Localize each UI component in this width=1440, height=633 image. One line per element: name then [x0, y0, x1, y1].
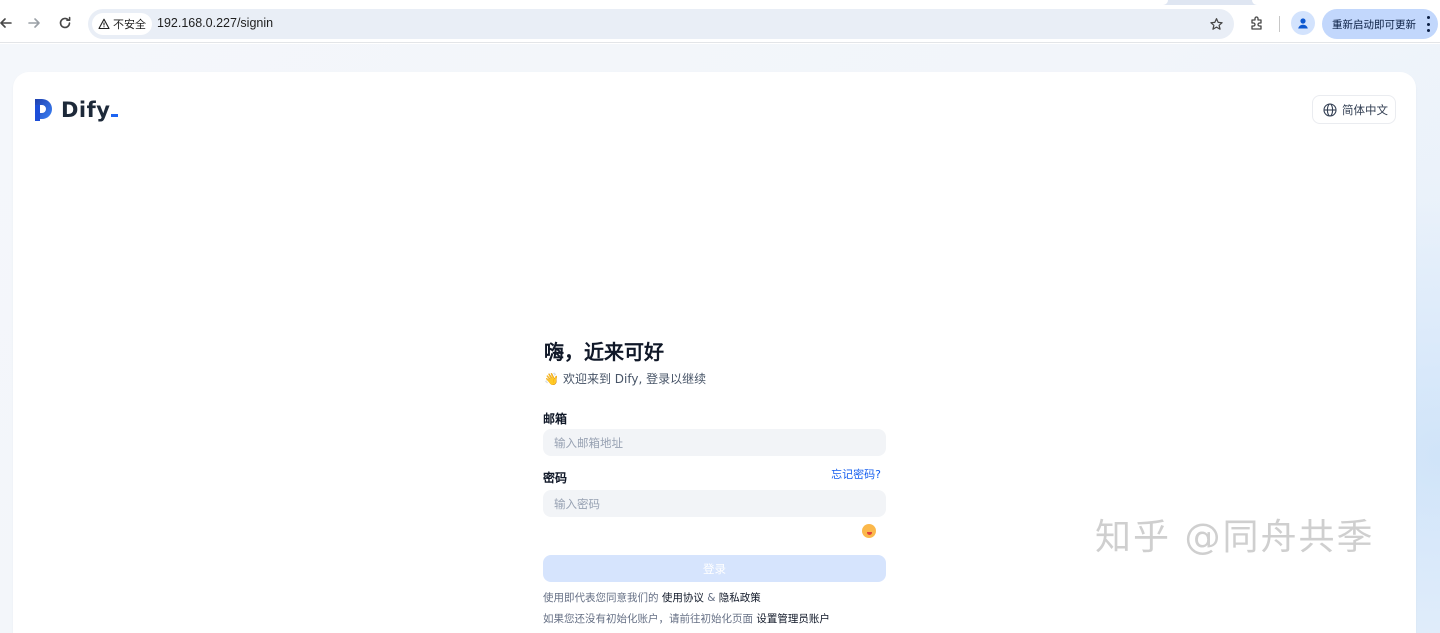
bookmark-button[interactable]: [1204, 12, 1228, 36]
email-input[interactable]: [543, 429, 886, 456]
show-password-icon[interactable]: [862, 524, 876, 538]
logo-text: Dify: [61, 98, 119, 122]
language-selector[interactable]: 简体中文: [1312, 95, 1396, 124]
language-label: 简体中文: [1342, 102, 1388, 117]
forgot-password-link[interactable]: 忘记密码?: [831, 466, 881, 482]
password-label: 密码: [543, 471, 568, 485]
security-indicator[interactable]: 不安全: [92, 13, 152, 35]
password-input[interactable]: [543, 490, 886, 517]
arrow-right-icon: [28, 18, 40, 28]
person-icon: [1298, 18, 1308, 29]
update-label: 重新启动即可更新: [1332, 18, 1416, 31]
terms-of-use-link[interactable]: 使用协议: [662, 592, 704, 604]
terms-notice: 使用即代表您同意我们的 使用协议 & 隐私政策: [543, 592, 761, 604]
puzzle-icon: [1251, 16, 1262, 30]
setup-admin-link[interactable]: 设置管理员账户: [756, 613, 830, 625]
star-icon: [1209, 17, 1223, 30]
dify-logo-icon: [35, 99, 52, 121]
reload-button[interactable]: [51, 9, 79, 37]
email-label: 邮箱: [543, 412, 568, 426]
toolbar-divider: [1279, 16, 1280, 32]
welcome-subtitle: 👋 欢迎来到 Dify, 登录以继续: [544, 370, 706, 387]
arrow-left-icon: [0, 18, 12, 28]
forward-button[interactable]: [20, 9, 48, 37]
back-button[interactable]: [0, 9, 20, 37]
watermark: 知乎 @同舟共季: [1095, 517, 1375, 558]
welcome-text: 欢迎来到 Dify, 登录以继续: [562, 372, 707, 386]
url-text[interactable]: 192.168.0.227/signin: [157, 16, 273, 30]
browser-toolbar: 不安全 192.168.0.227/signin 重新启动即可更新: [0, 5, 1440, 43]
reload-icon: [59, 16, 71, 29]
security-label: 不安全: [113, 18, 146, 31]
extensions-button[interactable]: [1243, 9, 1271, 37]
update-button[interactable]: 重新启动即可更新: [1322, 9, 1438, 39]
profile-button[interactable]: [1291, 11, 1315, 35]
warning-icon: [98, 18, 110, 30]
privacy-policy-link[interactable]: 隐私政策: [719, 592, 761, 604]
waving-hand-icon: 👋: [544, 371, 559, 386]
more-vert-icon[interactable]: [1426, 16, 1430, 32]
page-title: 嗨，近来可好: [544, 340, 664, 364]
init-notice: 如果您还没有初始化账户，请前往初始化页面 设置管理员账户: [543, 613, 830, 625]
globe-icon: [1323, 102, 1337, 117]
login-button[interactable]: 登录: [543, 555, 886, 582]
dify-logo[interactable]: Dify: [34, 97, 119, 123]
address-bar[interactable]: 不安全 192.168.0.227/signin: [88, 9, 1234, 39]
